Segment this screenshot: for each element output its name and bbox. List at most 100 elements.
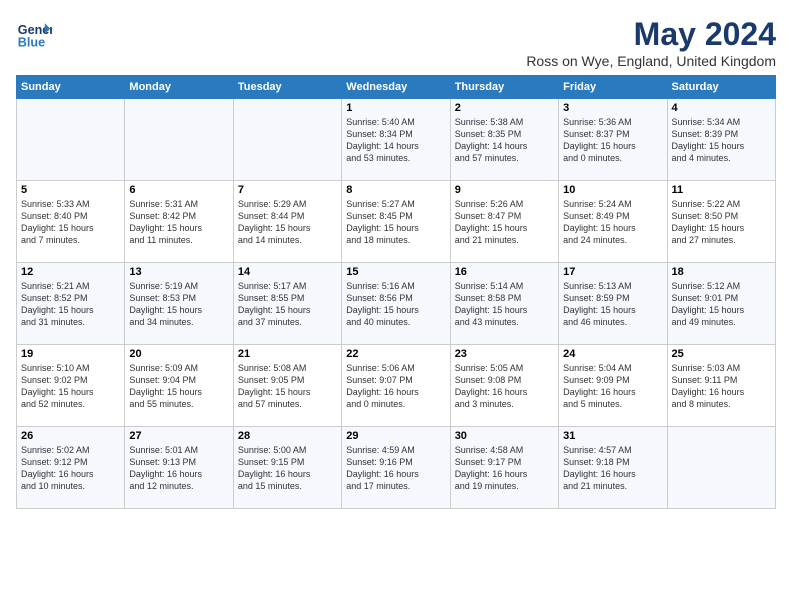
day-info: Sunrise: 5:10 AMSunset: 9:02 PMDaylight:… <box>21 362 120 411</box>
calendar-cell: 20 Sunrise: 5:09 AMSunset: 9:04 PMDayligh… <box>125 345 233 427</box>
day-info: Sunrise: 5:06 AMSunset: 9:07 PMDaylight:… <box>346 362 445 411</box>
header-wednesday: Wednesday <box>342 76 450 99</box>
calendar-header-row: SundayMondayTuesdayWednesdayThursdayFrid… <box>17 76 776 99</box>
calendar-week-4: 19 Sunrise: 5:10 AMSunset: 9:02 PMDayligh… <box>17 345 776 427</box>
day-info: Sunrise: 5:34 AMSunset: 8:39 PMDaylight:… <box>672 116 771 165</box>
day-number: 20 <box>129 348 228 360</box>
day-info: Sunrise: 5:14 AMSunset: 8:58 PMDaylight:… <box>455 280 554 329</box>
header-tuesday: Tuesday <box>233 76 341 99</box>
day-number: 15 <box>346 266 445 278</box>
calendar-cell <box>667 427 775 509</box>
location: Ross on Wye, England, United Kingdom <box>526 53 776 69</box>
day-number: 9 <box>455 184 554 196</box>
day-number: 4 <box>672 102 771 114</box>
day-number: 5 <box>21 184 120 196</box>
day-number: 12 <box>21 266 120 278</box>
calendar-cell: 15 Sunrise: 5:16 AMSunset: 8:56 PMDayligh… <box>342 263 450 345</box>
calendar-cell: 21 Sunrise: 5:08 AMSunset: 9:05 PMDayligh… <box>233 345 341 427</box>
header-sunday: Sunday <box>17 76 125 99</box>
calendar-week-2: 5 Sunrise: 5:33 AMSunset: 8:40 PMDaylight… <box>17 181 776 263</box>
title-block: May 2024 Ross on Wye, England, United Ki… <box>526 16 776 69</box>
calendar-cell: 23Sunrise: 5:05 AMSunset: 9:08 PMDayligh… <box>450 345 558 427</box>
calendar-cell: 1 Sunrise: 5:40 AMSunset: 8:34 PMDaylight… <box>342 99 450 181</box>
calendar-cell <box>125 99 233 181</box>
day-info: Sunrise: 5:24 AMSunset: 8:49 PMDaylight:… <box>563 198 662 247</box>
calendar-cell: 6 Sunrise: 5:31 AMSunset: 8:42 PMDaylight… <box>125 181 233 263</box>
calendar-cell: 17 Sunrise: 5:13 AMSunset: 8:59 PMDayligh… <box>559 263 667 345</box>
calendar-cell: 10 Sunrise: 5:24 AMSunset: 8:49 PMDayligh… <box>559 181 667 263</box>
calendar-cell: 2 Sunrise: 5:38 AMSunset: 8:35 PMDaylight… <box>450 99 558 181</box>
calendar-cell: 27Sunrise: 5:01 AMSunset: 9:13 PMDayligh… <box>125 427 233 509</box>
day-number: 24 <box>563 348 662 360</box>
day-info: Sunrise: 5:02 AMSunset: 9:12 PMDaylight:… <box>21 444 120 493</box>
day-number: 8 <box>346 184 445 196</box>
calendar-cell: 26Sunrise: 5:02 AMSunset: 9:12 PMDayligh… <box>17 427 125 509</box>
day-info: Sunrise: 5:09 AMSunset: 9:04 PMDaylight:… <box>129 362 228 411</box>
day-number: 27 <box>129 430 228 442</box>
calendar-cell: 4 Sunrise: 5:34 AMSunset: 8:39 PMDaylight… <box>667 99 775 181</box>
calendar-cell: 13 Sunrise: 5:19 AMSunset: 8:53 PMDayligh… <box>125 263 233 345</box>
day-number: 2 <box>455 102 554 114</box>
day-number: 18 <box>672 266 771 278</box>
calendar-cell: 29 Sunrise: 4:59 AMSunset: 9:16 PMDayligh… <box>342 427 450 509</box>
day-number: 1 <box>346 102 445 114</box>
day-info: Sunrise: 4:58 AMSunset: 9:17 PMDaylight:… <box>455 444 554 493</box>
month-title: May 2024 <box>526 16 776 53</box>
day-number: 30 <box>455 430 554 442</box>
day-info: Sunrise: 5:16 AMSunset: 8:56 PMDaylight:… <box>346 280 445 329</box>
day-info: Sunrise: 5:31 AMSunset: 8:42 PMDaylight:… <box>129 198 228 247</box>
day-info: Sunrise: 5:19 AMSunset: 8:53 PMDaylight:… <box>129 280 228 329</box>
day-info: Sunrise: 5:04 AMSunset: 9:09 PMDaylight:… <box>563 362 662 411</box>
day-number: 16 <box>455 266 554 278</box>
calendar-cell: 19 Sunrise: 5:10 AMSunset: 9:02 PMDayligh… <box>17 345 125 427</box>
calendar-week-3: 12 Sunrise: 5:21 AMSunset: 8:52 PMDayligh… <box>17 263 776 345</box>
day-info: Sunrise: 5:22 AMSunset: 8:50 PMDaylight:… <box>672 198 771 247</box>
calendar-week-5: 26Sunrise: 5:02 AMSunset: 9:12 PMDayligh… <box>17 427 776 509</box>
day-info: Sunrise: 4:59 AMSunset: 9:16 PMDaylight:… <box>346 444 445 493</box>
day-number: 11 <box>672 184 771 196</box>
calendar-cell: 12 Sunrise: 5:21 AMSunset: 8:52 PMDayligh… <box>17 263 125 345</box>
day-info: Sunrise: 5:12 AMSunset: 9:01 PMDaylight:… <box>672 280 771 329</box>
day-info: Sunrise: 5:17 AMSunset: 8:55 PMDaylight:… <box>238 280 337 329</box>
logo: General Blue <box>16 16 52 52</box>
svg-text:Blue: Blue <box>18 36 45 50</box>
day-info: Sunrise: 5:27 AMSunset: 8:45 PMDaylight:… <box>346 198 445 247</box>
day-number: 13 <box>129 266 228 278</box>
day-info: Sunrise: 5:08 AMSunset: 9:05 PMDaylight:… <box>238 362 337 411</box>
calendar-cell: 8 Sunrise: 5:27 AMSunset: 8:45 PMDaylight… <box>342 181 450 263</box>
calendar-cell: 30 Sunrise: 4:58 AMSunset: 9:17 PMDayligh… <box>450 427 558 509</box>
day-info: Sunrise: 5:29 AMSunset: 8:44 PMDaylight:… <box>238 198 337 247</box>
day-info: Sunrise: 5:33 AMSunset: 8:40 PMDaylight:… <box>21 198 120 247</box>
day-number: 6 <box>129 184 228 196</box>
logo-icon: General Blue <box>16 16 52 52</box>
day-info: Sunrise: 5:38 AMSunset: 8:35 PMDaylight:… <box>455 116 554 165</box>
day-number: 29 <box>346 430 445 442</box>
calendar-cell <box>17 99 125 181</box>
day-number: 10 <box>563 184 662 196</box>
calendar-cell: 22 Sunrise: 5:06 AMSunset: 9:07 PMDayligh… <box>342 345 450 427</box>
calendar-cell: 5 Sunrise: 5:33 AMSunset: 8:40 PMDaylight… <box>17 181 125 263</box>
header-saturday: Saturday <box>667 76 775 99</box>
calendar-cell: 7 Sunrise: 5:29 AMSunset: 8:44 PMDaylight… <box>233 181 341 263</box>
day-number: 3 <box>563 102 662 114</box>
day-info: Sunrise: 5:40 AMSunset: 8:34 PMDaylight:… <box>346 116 445 165</box>
day-number: 22 <box>346 348 445 360</box>
day-number: 7 <box>238 184 337 196</box>
day-info: Sunrise: 5:21 AMSunset: 8:52 PMDaylight:… <box>21 280 120 329</box>
calendar-table: SundayMondayTuesdayWednesdayThursdayFrid… <box>16 75 776 509</box>
day-number: 19 <box>21 348 120 360</box>
day-info: Sunrise: 5:26 AMSunset: 8:47 PMDaylight:… <box>455 198 554 247</box>
day-number: 28 <box>238 430 337 442</box>
day-number: 23 <box>455 348 554 360</box>
day-number: 21 <box>238 348 337 360</box>
calendar-cell: 11 Sunrise: 5:22 AMSunset: 8:50 PMDayligh… <box>667 181 775 263</box>
day-number: 31 <box>563 430 662 442</box>
day-number: 14 <box>238 266 337 278</box>
header-friday: Friday <box>559 76 667 99</box>
day-number: 17 <box>563 266 662 278</box>
day-info: Sunrise: 5:13 AMSunset: 8:59 PMDaylight:… <box>563 280 662 329</box>
day-info: Sunrise: 5:00 AMSunset: 9:15 PMDaylight:… <box>238 444 337 493</box>
calendar-cell: 28 Sunrise: 5:00 AMSunset: 9:15 PMDayligh… <box>233 427 341 509</box>
day-info: Sunrise: 5:03 AMSunset: 9:11 PMDaylight:… <box>672 362 771 411</box>
calendar-cell <box>233 99 341 181</box>
